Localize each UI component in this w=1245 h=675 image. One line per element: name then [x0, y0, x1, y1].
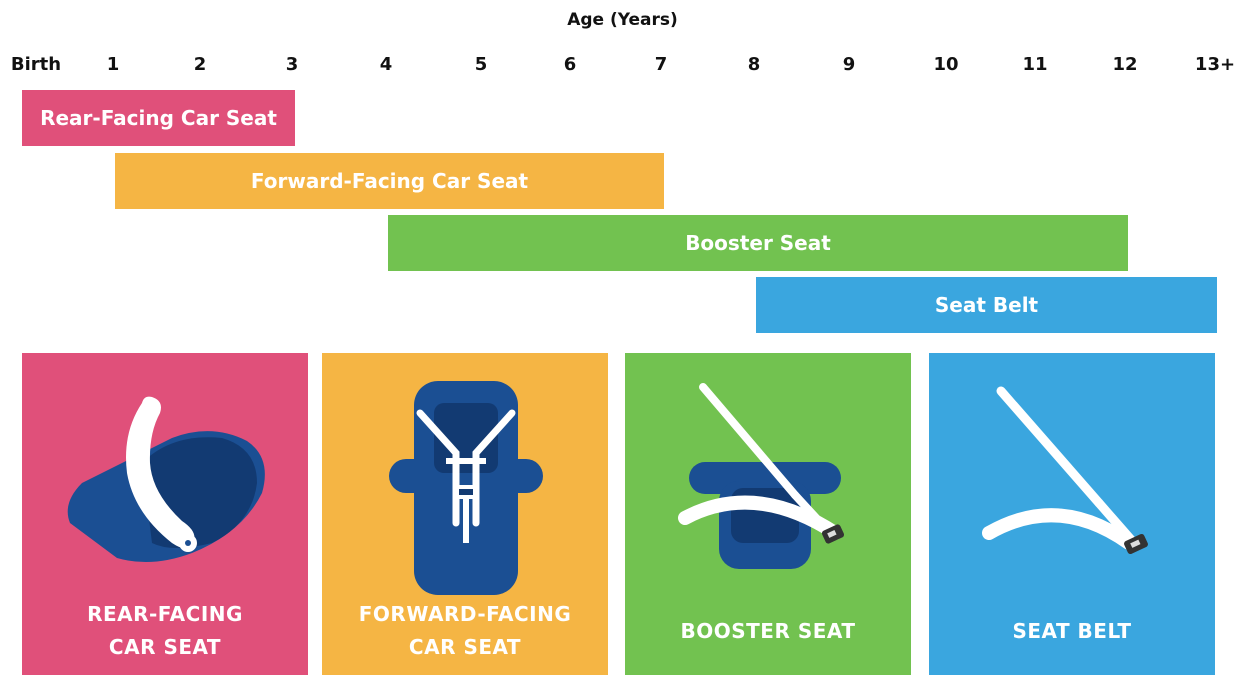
card-seat-belt: SEAT BELT: [929, 353, 1215, 675]
tick-label: Birth: [10, 54, 62, 75]
card-rear-facing: REAR-FACING CAR SEAT: [22, 353, 308, 675]
tick-label: 12: [1112, 54, 1138, 75]
tick-label: 6: [563, 54, 577, 75]
tick-label: 9: [842, 54, 856, 75]
tick-label: 4: [379, 54, 393, 75]
stage-bar-forward-facing: Forward-Facing Car Seat: [115, 153, 664, 209]
tick-label: 13+: [1194, 54, 1236, 75]
card-title: REAR-FACING CAR SEAT: [87, 602, 243, 659]
stage-bar-seat-belt: Seat Belt: [756, 277, 1217, 333]
tick-label: 3: [285, 54, 299, 75]
age-axis-title: Age (Years): [567, 10, 678, 30]
tick-label: 8: [747, 54, 761, 75]
tick-label: 2: [193, 54, 207, 75]
card-title: SEAT BELT: [1012, 619, 1132, 643]
tick-label: 1: [106, 54, 120, 75]
card-title: FORWARD-FACING CAR SEAT: [358, 602, 572, 659]
card-forward-facing: FORWARD-FACING CAR SEAT: [322, 353, 608, 675]
stage-bar-rear-facing: Rear-Facing Car Seat: [22, 90, 295, 146]
car-seat-stages-diagram: Age (Years) Birth 1 2 3 4 5 6 7 8 9 10 1…: [0, 0, 1245, 675]
card-booster: BOOSTER SEAT: [625, 353, 911, 675]
tick-label: 7: [654, 54, 668, 75]
stage-bar-booster: Booster Seat: [388, 215, 1128, 271]
tick-label: 10: [933, 54, 959, 75]
card-title: BOOSTER SEAT: [680, 619, 856, 643]
tick-label: 5: [474, 54, 488, 75]
tick-label: 11: [1022, 54, 1048, 75]
